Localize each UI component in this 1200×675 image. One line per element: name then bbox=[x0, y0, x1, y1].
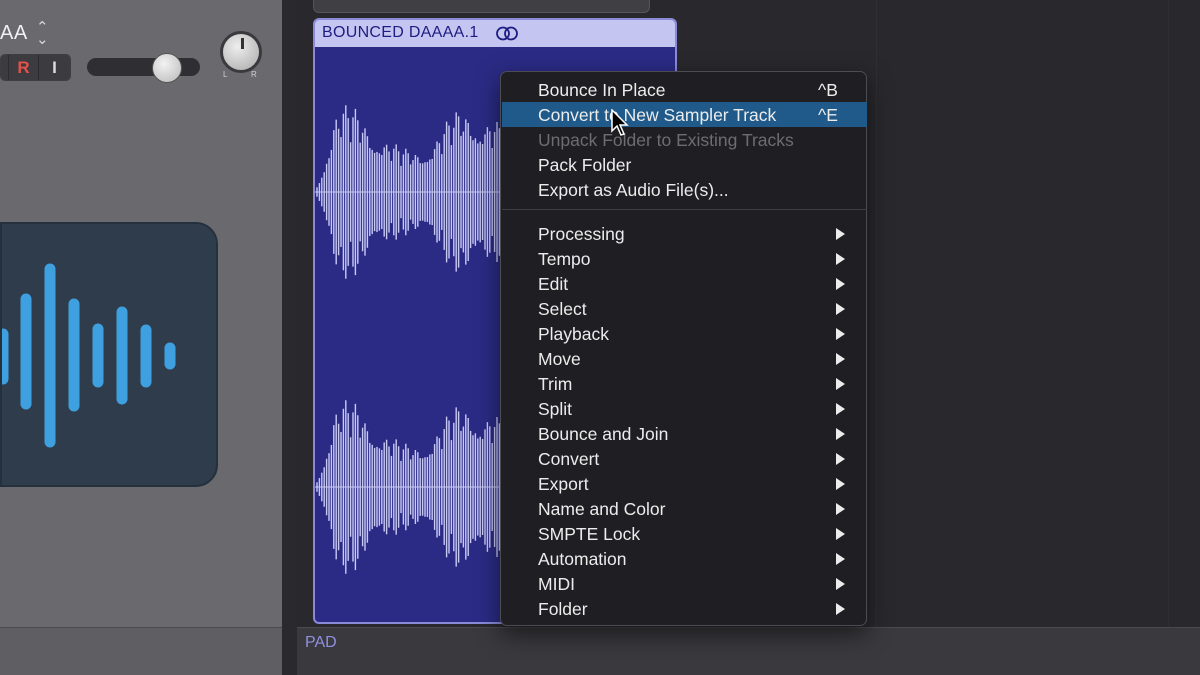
submenu-arrow-icon bbox=[836, 353, 845, 365]
submenu-export[interactable]: Export bbox=[502, 471, 867, 496]
audio-waveform-icon bbox=[0, 222, 218, 487]
menu-item-label: Playback bbox=[538, 324, 610, 344]
chevron-updown-icon[interactable]: ⌃ ⌄ bbox=[36, 20, 49, 47]
submenu-arrow-icon bbox=[836, 303, 845, 315]
pad-track-lane[interactable] bbox=[297, 627, 1200, 675]
menu-item-label: Name and Color bbox=[538, 499, 666, 519]
track-name[interactable]: AA bbox=[0, 22, 28, 45]
submenu-arrow-icon bbox=[836, 603, 845, 615]
menu-item-label: Export as Audio File(s)... bbox=[538, 180, 729, 200]
submenu-arrow-icon bbox=[836, 228, 845, 240]
grid-line bbox=[876, 0, 877, 627]
submenu-processing[interactable]: Processing bbox=[502, 221, 867, 246]
submenu-tempo[interactable]: Tempo bbox=[502, 246, 867, 271]
menu-item-label: Unpack Folder to Existing Tracks bbox=[538, 130, 794, 150]
menu-item-label: Pack Folder bbox=[538, 155, 632, 175]
submenu-automation[interactable]: Automation bbox=[502, 546, 867, 571]
menu-item-label: Move bbox=[538, 349, 581, 369]
menu-item-label: Processing bbox=[538, 224, 625, 244]
loop-rings-icon bbox=[496, 26, 518, 41]
menu-item-export-as-audio-file-s[interactable]: Export as Audio File(s)... bbox=[502, 177, 867, 202]
menu-item-label: Export bbox=[538, 474, 589, 494]
submenu-trim[interactable]: Trim bbox=[502, 371, 867, 396]
mute-solo-button-edge[interactable] bbox=[1, 55, 8, 80]
track-buttons: R I bbox=[0, 54, 71, 81]
menu-item-convert-to-new-sampler-track[interactable]: Convert to New Sampler Track ^E bbox=[502, 102, 867, 127]
submenu-playback[interactable]: Playback bbox=[502, 321, 867, 346]
region-above[interactable] bbox=[313, 0, 650, 13]
header-divider bbox=[282, 0, 297, 675]
submenu-move[interactable]: Move bbox=[502, 346, 867, 371]
menu-separator bbox=[502, 209, 867, 210]
submenu-arrow-icon bbox=[836, 428, 845, 440]
menu-item-label: Edit bbox=[538, 274, 569, 294]
submenu-bounce-and-join[interactable]: Bounce and Join bbox=[502, 421, 867, 446]
submenu-arrow-icon bbox=[836, 478, 845, 490]
menu-item-label: Convert to New Sampler Track bbox=[538, 105, 777, 125]
submenu-arrow-icon bbox=[836, 528, 845, 540]
volume-slider[interactable] bbox=[87, 58, 200, 76]
menu-item-label: Trim bbox=[538, 374, 573, 394]
submenu-edit[interactable]: Edit bbox=[502, 271, 867, 296]
menu-item-label: Bounce In Place bbox=[538, 80, 666, 100]
pan-right-label: R bbox=[251, 70, 257, 79]
menu-item-label: Convert bbox=[538, 449, 600, 469]
grid-line bbox=[1168, 0, 1169, 627]
submenu-arrow-icon bbox=[836, 553, 845, 565]
submenu-folder[interactable]: Folder bbox=[502, 596, 867, 621]
menu-item-label: Folder bbox=[538, 599, 588, 619]
menu-item-label: Bounce and Join bbox=[538, 424, 669, 444]
submenu-name-and-color[interactable]: Name and Color bbox=[502, 496, 867, 521]
menu-item-label: Split bbox=[538, 399, 573, 419]
pan-knob[interactable] bbox=[220, 31, 262, 73]
context-menu: Bounce In Place ^B Convert to New Sampler … bbox=[500, 71, 867, 626]
menu-item-label: SMPTE Lock bbox=[538, 524, 641, 544]
next-track-header[interactable] bbox=[0, 627, 282, 675]
menu-item-shortcut: ^E bbox=[818, 105, 838, 125]
submenu-arrow-icon bbox=[836, 453, 845, 465]
menu-item-label: Tempo bbox=[538, 249, 591, 269]
submenu-arrow-icon bbox=[836, 253, 845, 265]
submenu-split[interactable]: Split bbox=[502, 396, 867, 421]
submenu-midi[interactable]: MIDI bbox=[502, 571, 867, 596]
record-enable-button[interactable]: R bbox=[8, 55, 38, 80]
menu-item-label: Select bbox=[538, 299, 587, 319]
pan-knob-pointer bbox=[241, 38, 244, 49]
submenu-smpte-lock[interactable]: SMPTE Lock bbox=[502, 521, 867, 546]
menu-item-shortcut: ^B bbox=[818, 80, 838, 100]
input-monitor-button[interactable]: I bbox=[38, 55, 70, 80]
submenu-convert[interactable]: Convert bbox=[502, 446, 867, 471]
menu-item-unpack-folder-to-existing-tracks: Unpack Folder to Existing Tracks bbox=[502, 127, 867, 152]
submenu-select[interactable]: Select bbox=[502, 296, 867, 321]
region-title: BOUNCED DAAAA.1 bbox=[322, 24, 479, 41]
submenu-arrow-icon bbox=[836, 578, 845, 590]
pad-region-label: PAD bbox=[305, 634, 337, 651]
pan-left-label: L bbox=[223, 70, 228, 79]
menu-item-label: Automation bbox=[538, 549, 627, 569]
submenu-arrow-icon bbox=[836, 378, 845, 390]
submenu-arrow-icon bbox=[836, 503, 845, 515]
volume-slider-thumb[interactable] bbox=[152, 53, 182, 83]
submenu-arrow-icon bbox=[836, 278, 845, 290]
menu-item-pack-folder[interactable]: Pack Folder bbox=[502, 152, 867, 177]
submenu-arrow-icon bbox=[836, 403, 845, 415]
mouse-pointer-icon bbox=[611, 109, 629, 136]
region-header[interactable]: BOUNCED DAAAA.1 bbox=[315, 20, 675, 47]
submenu-arrow-icon bbox=[836, 328, 845, 340]
menu-item-label: MIDI bbox=[538, 574, 575, 594]
menu-item-bounce-in-place[interactable]: Bounce In Place ^B bbox=[502, 77, 867, 102]
